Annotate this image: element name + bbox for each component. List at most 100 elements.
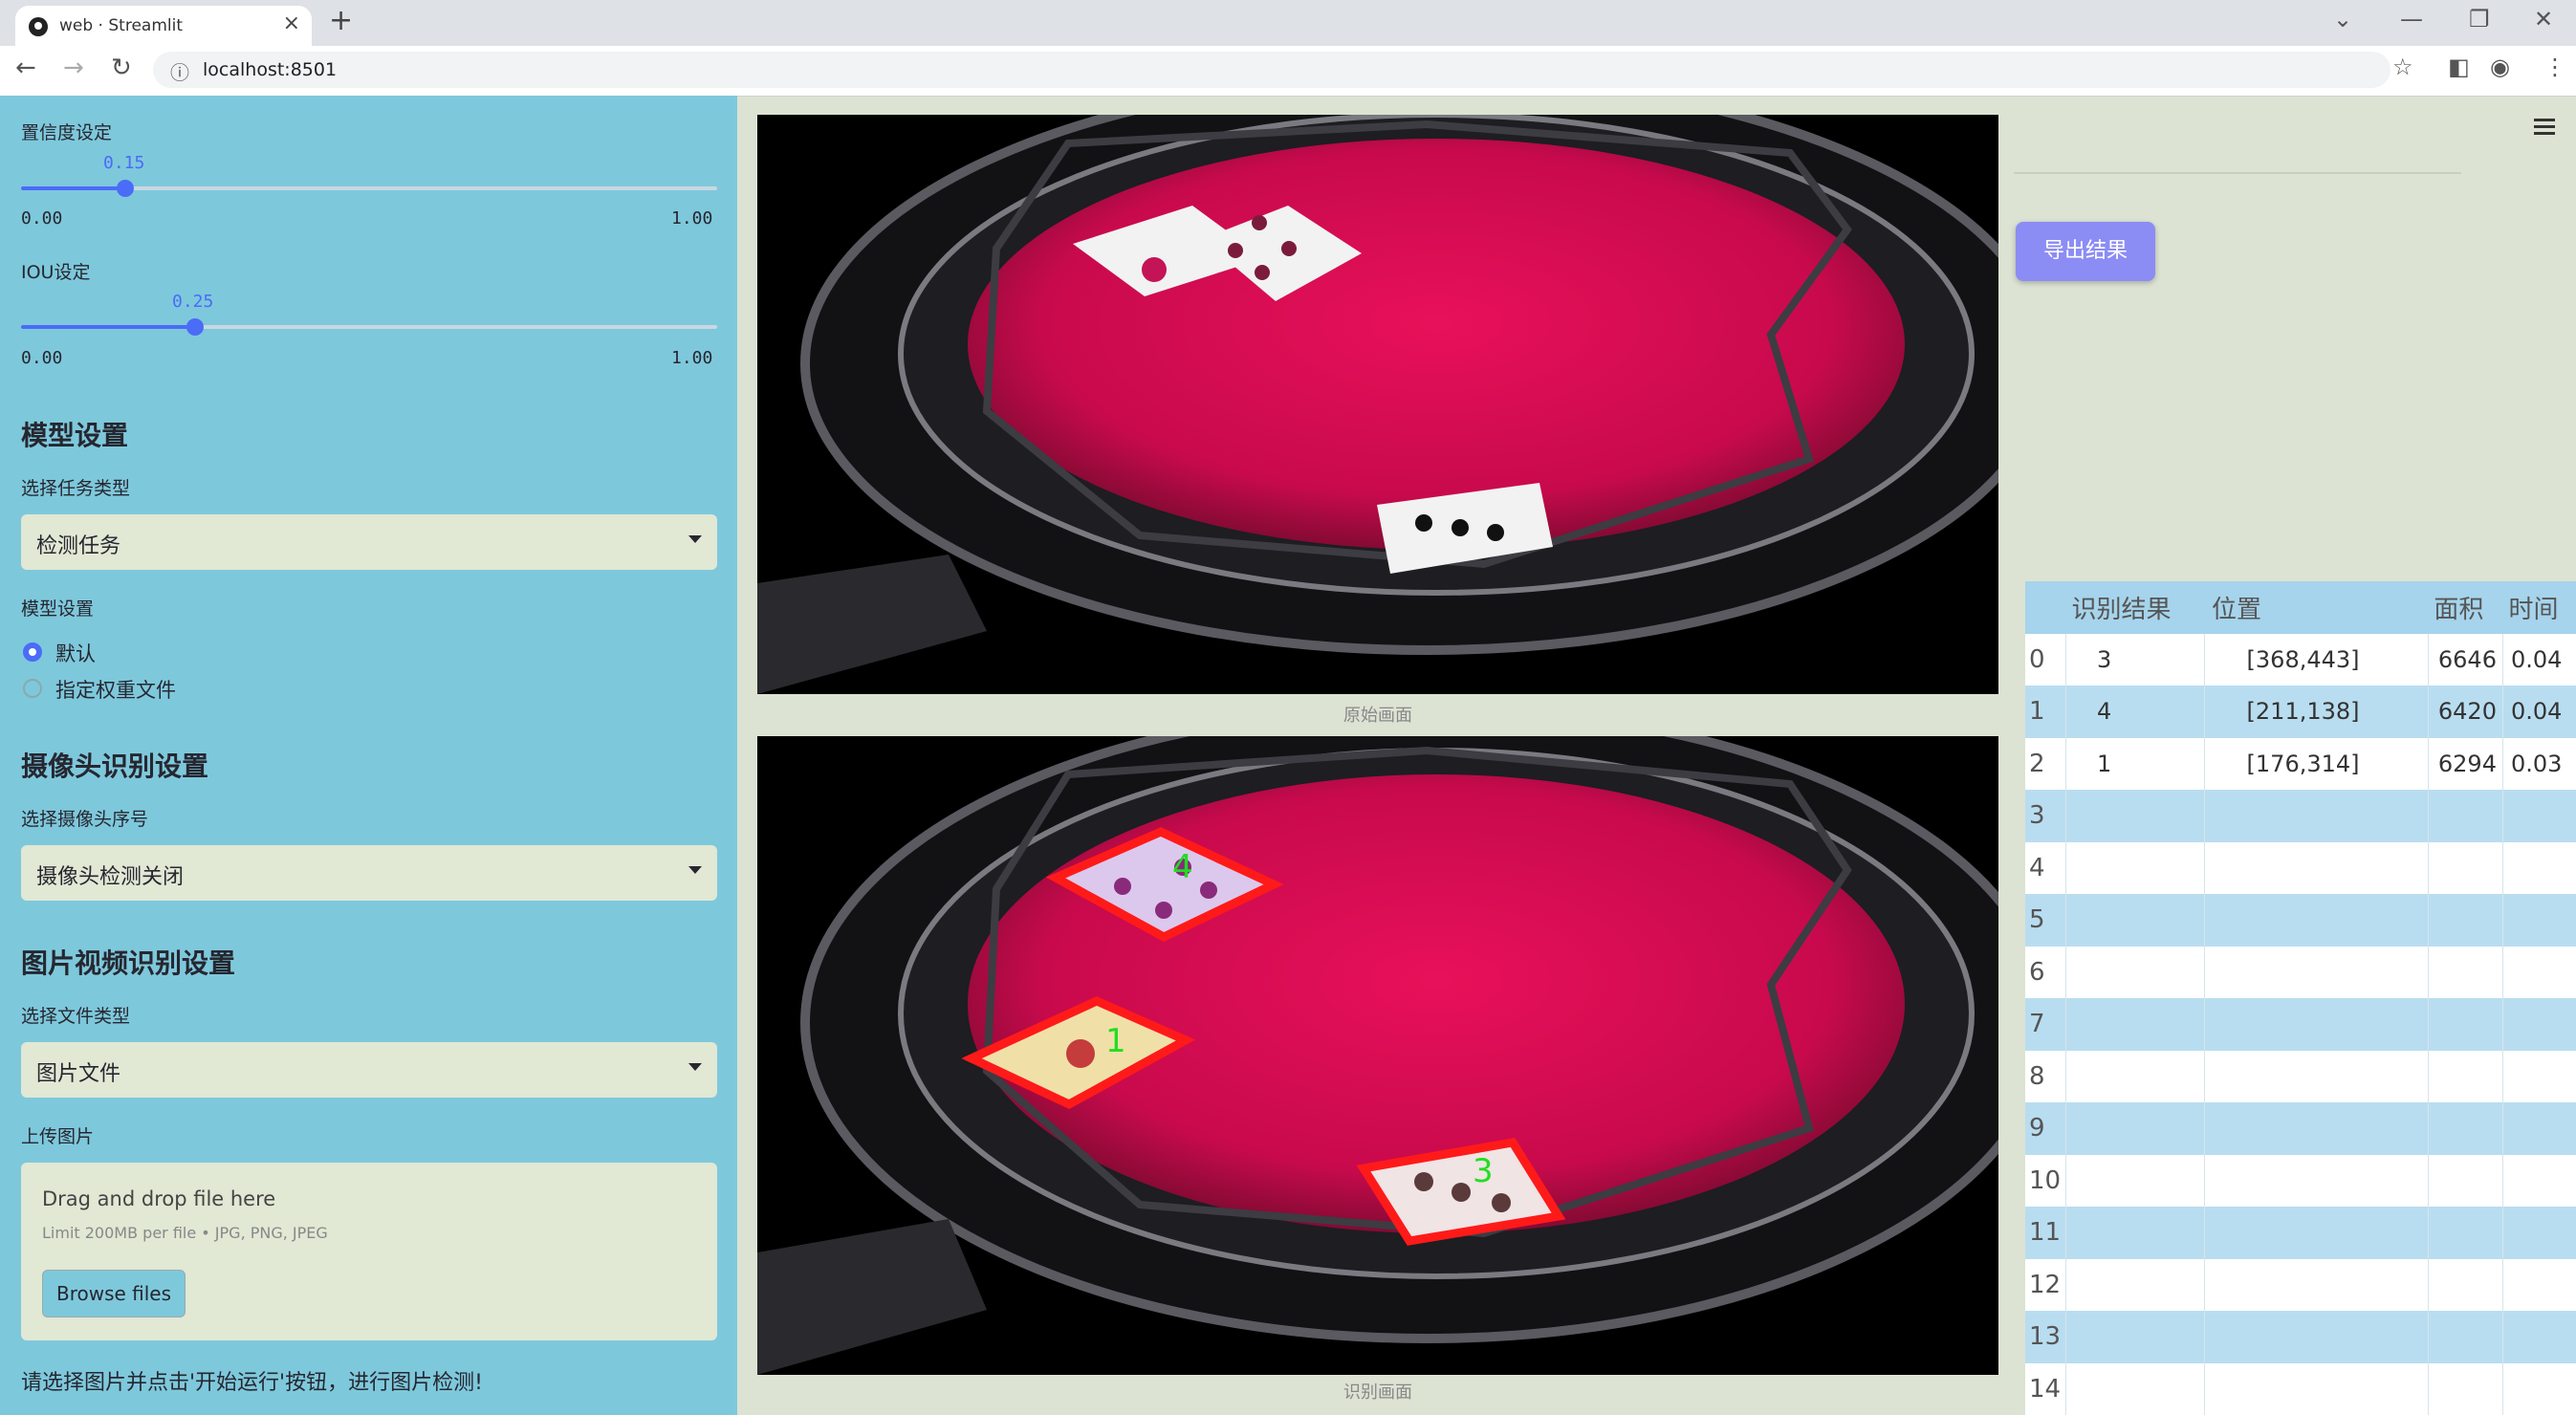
- table-row[interactable]: 11: [2025, 1207, 2576, 1259]
- side-panel-icon[interactable]: ◧: [2448, 54, 2470, 80]
- model-settings-header: 模型设置: [21, 420, 129, 451]
- result-caption: 识别画面: [1343, 1382, 1412, 1403]
- table-cell: [2064, 1207, 2205, 1259]
- tab-close-icon[interactable]: ×: [283, 11, 300, 35]
- table-row[interactable]: 13: [2025, 1311, 2576, 1363]
- browse-files-button[interactable]: Browse files: [42, 1270, 186, 1317]
- table-cell: [2427, 1154, 2503, 1207]
- results-table[interactable]: 识别结果 位置 面积 时间 0 3 [368,443] 6646 0.04 1 4 [211,138…: [2025, 581, 2576, 1415]
- table-cell: [2501, 1102, 2576, 1155]
- table-row[interactable]: 10: [2025, 1154, 2576, 1207]
- table-cell: [2064, 1362, 2205, 1415]
- iou-value: 0.25: [172, 292, 214, 312]
- table-cell: [211,138]: [2203, 686, 2429, 738]
- table-row[interactable]: 5: [2025, 894, 2576, 947]
- profile-avatar-icon[interactable]: ◉: [2490, 54, 2510, 80]
- table-index-header[interactable]: [2025, 581, 2066, 634]
- site-info-icon[interactable]: ⓘ: [170, 57, 189, 85]
- table-row[interactable]: 0 3 [368,443] 6646 0.04: [2025, 633, 2576, 686]
- address-toolbar: ← → ↻ ⓘ localhost:8501 ☆ ◧ ◉ ⋮: [0, 46, 2576, 97]
- table-cell: [2501, 1258, 2576, 1311]
- iou-slider-handle[interactable]: [186, 318, 204, 336]
- table-row[interactable]: 3: [2025, 790, 2576, 842]
- iou-label: IOU设定: [21, 262, 91, 283]
- table-cell: [2501, 1362, 2576, 1415]
- confidence-slider-handle[interactable]: [117, 180, 134, 197]
- table-column-header[interactable]: 时间: [2502, 581, 2576, 634]
- radio-default[interactable]: [23, 642, 42, 662]
- file-type-select[interactable]: 图片文件: [21, 1042, 717, 1098]
- result-frame-svg: 4 1 3: [757, 736, 1998, 1375]
- table-cell: 0.04: [2501, 686, 2576, 738]
- detection-label-3: 3: [1473, 1152, 1494, 1190]
- table-row[interactable]: 1 4 [211,138] 6420 0.04: [2025, 686, 2576, 738]
- forward-icon[interactable]: →: [63, 54, 84, 82]
- table-row[interactable]: 9: [2025, 1102, 2576, 1155]
- tab-title: web · Streamlit: [59, 16, 183, 35]
- file-type-label: 选择文件类型: [21, 1006, 131, 1027]
- restore-icon[interactable]: ❐: [2469, 6, 2490, 33]
- table-cell: [2203, 1154, 2429, 1207]
- task-type-select[interactable]: 检测任务: [21, 514, 717, 570]
- radio-custom-weights[interactable]: [23, 679, 42, 698]
- original-caption: 原始画面: [1343, 706, 1412, 726]
- new-tab-icon[interactable]: +: [329, 4, 353, 37]
- tab-search-chevron-icon[interactable]: ⌄: [2333, 6, 2352, 33]
- file-dropzone[interactable]: Drag and drop file here Limit 200MB per …: [21, 1163, 717, 1340]
- table-cell: [2501, 1311, 2576, 1363]
- radio-custom-weights-label[interactable]: 指定权重文件: [55, 675, 176, 704]
- table-row[interactable]: 4: [2025, 841, 2576, 894]
- hamburger-menu-icon[interactable]: [2534, 119, 2555, 135]
- minimize-icon[interactable]: —: [2400, 6, 2423, 33]
- table-cell: 1: [2064, 737, 2205, 790]
- table-cell: [2427, 946, 2503, 998]
- table-column-header[interactable]: 位置: [2204, 581, 2429, 634]
- table-row[interactable]: 14: [2025, 1362, 2576, 1415]
- table-cell: 0.04: [2501, 633, 2576, 686]
- row-index: 1: [2025, 686, 2066, 738]
- confidence-min: 0.00: [21, 208, 63, 229]
- table-cell: [2064, 790, 2205, 842]
- chevron-down-icon: [688, 535, 702, 543]
- iou-max: 1.00: [671, 348, 713, 368]
- table-cell: [2427, 894, 2503, 947]
- table-cell: [2427, 998, 2503, 1051]
- table-cell: [2501, 1050, 2576, 1102]
- bookmark-star-icon[interactable]: ☆: [2392, 54, 2413, 80]
- table-cell: [2427, 1207, 2503, 1259]
- result-image: 4 1 3: [757, 736, 1998, 1375]
- table-row[interactable]: 2 1 [176,314] 6294 0.03: [2025, 737, 2576, 790]
- table-header-row: 识别结果 位置 面积 时间: [2025, 581, 2576, 634]
- table-cell: [2427, 790, 2503, 842]
- table-row[interactable]: 7: [2025, 998, 2576, 1051]
- table-cell: 6420: [2427, 686, 2503, 738]
- table-cell: 6646: [2427, 633, 2503, 686]
- table-cell: [2501, 1207, 2576, 1259]
- url-text: localhost:8501: [203, 59, 338, 80]
- confidence-label: 置信度设定: [21, 122, 113, 143]
- media-settings-header: 图片视频识别设置: [21, 947, 236, 979]
- table-row[interactable]: 8: [2025, 1050, 2576, 1102]
- camera-index-select[interactable]: 摄像头检测关闭: [21, 845, 717, 901]
- table-column-header[interactable]: 面积: [2428, 581, 2503, 634]
- table-cell: [2203, 998, 2429, 1051]
- table-column-header[interactable]: 识别结果: [2065, 581, 2205, 634]
- task-type-label: 选择任务类型: [21, 478, 131, 499]
- window-close-icon[interactable]: ✕: [2534, 6, 2553, 33]
- row-index: 12: [2025, 1258, 2066, 1311]
- table-row[interactable]: 12: [2025, 1258, 2576, 1311]
- table-cell: [2064, 894, 2205, 947]
- url-bar[interactable]: ⓘ localhost:8501: [153, 52, 2390, 88]
- table-cell: [2501, 946, 2576, 998]
- original-frame-svg: [757, 115, 1998, 694]
- reload-icon[interactable]: ↻: [111, 54, 132, 82]
- table-cell: [2203, 946, 2429, 998]
- browser-menu-icon[interactable]: ⋮: [2543, 54, 2566, 80]
- browser-tab[interactable]: web · Streamlit ×: [15, 6, 312, 46]
- table-row[interactable]: 6: [2025, 946, 2576, 998]
- original-image: [757, 115, 1998, 694]
- export-results-button[interactable]: 导出结果: [2016, 222, 2155, 281]
- back-icon[interactable]: ←: [15, 54, 36, 82]
- table-cell: [2064, 1258, 2205, 1311]
- radio-default-label[interactable]: 默认: [55, 639, 96, 667]
